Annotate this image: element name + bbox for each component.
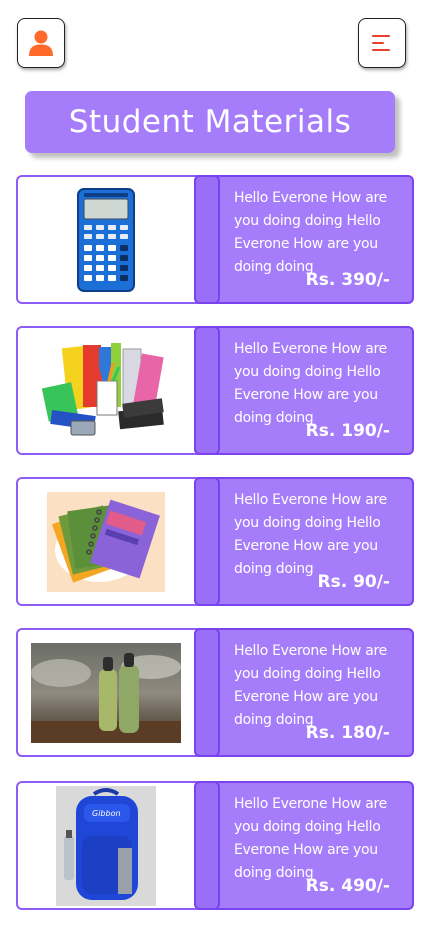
product-card[interactable]: Hello Everone How are you doing doing He…	[16, 326, 414, 455]
product-description: Hello Everone How are you doing doing He…	[234, 643, 387, 728]
notebooks-image	[18, 479, 194, 604]
stationery-set-image	[18, 328, 194, 453]
menu-lines-icon	[372, 35, 390, 51]
product-info-panel: Hello Everone How are you doing doing He…	[194, 628, 414, 757]
backpack-image: Gibbon	[18, 783, 194, 908]
product-price: Rs. 390/-	[305, 270, 390, 290]
svg-text:Gibbon: Gibbon	[92, 809, 121, 818]
product-info-panel: Hello Everone How are you doing doing He…	[194, 175, 414, 304]
product-card[interactable]: Hello Everone How are you doing doing He…	[16, 175, 414, 304]
product-card[interactable]: Hello Everone How are you doing doing He…	[16, 628, 414, 757]
page-title-banner: Student Materials	[25, 91, 395, 153]
menu-button[interactable]	[358, 18, 406, 68]
product-description: Hello Everone How are you doing doing He…	[234, 796, 387, 881]
product-card[interactable]: Hello Everone How are you doing doing He…	[16, 477, 414, 606]
product-price: Rs. 90/-	[317, 572, 390, 592]
product-price: Rs. 490/-	[305, 876, 390, 896]
info-tab	[194, 781, 220, 910]
product-price: Rs. 190/-	[305, 421, 390, 441]
user-icon	[29, 30, 53, 56]
water-bottles-image	[18, 630, 194, 755]
product-info-panel: Hello Everone How are you doing doing He…	[194, 326, 414, 455]
info-tab	[194, 628, 220, 757]
info-tab	[194, 326, 220, 455]
page-title: Student Materials	[68, 104, 352, 140]
info-tab	[194, 175, 220, 304]
product-price: Rs. 180/-	[305, 723, 390, 743]
product-info-panel: Hello Everone How are you doing doing He…	[194, 781, 414, 910]
calculator-image	[18, 177, 194, 302]
product-description: Hello Everone How are you doing doing He…	[234, 190, 387, 275]
product-card[interactable]: Gibbon Hello Everone How are you doing d…	[16, 781, 414, 910]
profile-button[interactable]	[17, 18, 65, 68]
product-description: Hello Everone How are you doing doing He…	[234, 341, 387, 426]
info-tab	[194, 477, 220, 606]
product-info-panel: Hello Everone How are you doing doing He…	[194, 477, 414, 606]
product-description: Hello Everone How are you doing doing He…	[234, 492, 387, 577]
